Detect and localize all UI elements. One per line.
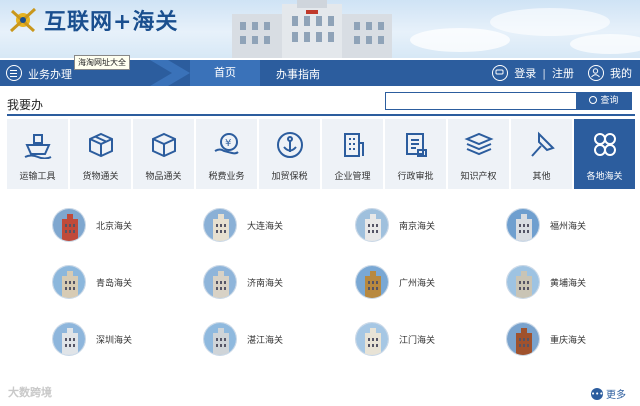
- search-input[interactable]: [385, 92, 577, 110]
- category-tax[interactable]: ¥ 税费业务: [196, 119, 257, 189]
- city-customs-name: 黄埔海关: [550, 279, 587, 289]
- mine-link[interactable]: 我的: [610, 65, 632, 81]
- customs-building-thumbnail: [203, 265, 237, 299]
- customs-building-thumbnail: [355, 322, 389, 356]
- city-customs-item[interactable]: 北京海关: [52, 208, 182, 244]
- header-banner: 互联网+海关: [0, 0, 640, 58]
- user-nav: 登录 | 注册 我的: [492, 64, 632, 82]
- svg-text:¥: ¥: [225, 138, 231, 149]
- category-label: 物品通关: [145, 172, 182, 182]
- customs-building-thumbnail: [355, 208, 389, 242]
- category-row: 运输工具 货物通关 物品通关 ¥ 税费业务 加贸保税 企业管理 行政审批 知识产…: [7, 119, 635, 189]
- customs-building-thumbnail: [203, 208, 237, 242]
- nav-business[interactable]: 业务办理: [28, 66, 72, 82]
- tax-icon: ¥: [213, 133, 239, 155]
- category-enterprise[interactable]: 企业管理: [322, 119, 383, 189]
- city-customs-name: 广州海关: [399, 279, 436, 289]
- city-customs-item[interactable]: 深圳海关: [52, 322, 182, 358]
- category-approval[interactable]: 行政审批: [385, 119, 446, 189]
- document-icon: [405, 133, 427, 157]
- login-link[interactable]: 登录: [514, 65, 536, 81]
- city-customs-item[interactable]: 广州海关: [355, 265, 485, 301]
- city-customs-name: 重庆海关: [550, 336, 587, 346]
- category-label: 其他: [532, 172, 551, 182]
- site-title: 互联网+海关: [44, 9, 179, 35]
- nav-separator: |: [542, 66, 546, 80]
- city-customs-item[interactable]: 重庆海关: [506, 322, 636, 358]
- city-customs-item[interactable]: 济南海关: [203, 265, 333, 301]
- category-transport[interactable]: 运输工具: [7, 119, 68, 189]
- search-icon: [589, 96, 598, 104]
- tab-guide[interactable]: 办事指南: [276, 66, 320, 82]
- customs-building-thumbnail: [506, 322, 540, 356]
- customs-building-image: [232, 0, 392, 58]
- section-title: 我要办: [7, 98, 44, 112]
- chat-icon[interactable]: [492, 65, 509, 81]
- customs-building-thumbnail: [355, 265, 389, 299]
- category-label: 行政审批: [397, 172, 434, 182]
- city-customs-name: 南京海关: [399, 222, 436, 232]
- category-label: 知识产权: [460, 172, 497, 182]
- category-label: 税费业务: [208, 172, 245, 182]
- category-ip[interactable]: 知识产权: [448, 119, 509, 189]
- category-items-clearance[interactable]: 物品通关: [133, 119, 194, 189]
- search-button-label: 查询: [600, 96, 619, 106]
- city-customs-item[interactable]: 湛江海关: [203, 322, 333, 358]
- city-customs-name: 湛江海关: [247, 336, 284, 346]
- building-icon: [343, 133, 364, 157]
- anchor-icon: [276, 132, 303, 158]
- category-label: 各地海关: [586, 172, 623, 182]
- watermark: 大数跨境: [8, 386, 52, 399]
- search-button[interactable]: 查询: [576, 92, 632, 110]
- category-label: 货物通关: [82, 172, 119, 182]
- customs-emblem-icon: [9, 7, 37, 33]
- category-label: 运输工具: [19, 172, 56, 182]
- city-customs-name: 青岛海关: [96, 279, 133, 289]
- package-icon: [88, 132, 113, 158]
- tooltip: 海淘网址大全: [74, 55, 130, 70]
- city-customs-name: 深圳海关: [96, 336, 133, 346]
- customs-building-thumbnail: [506, 265, 540, 299]
- category-label: 加贸保税: [271, 172, 308, 182]
- category-goods-clearance[interactable]: 货物通关: [70, 119, 131, 189]
- customs-building-thumbnail: [52, 208, 86, 242]
- more-icon: •••: [591, 387, 604, 400]
- customs-building-thumbnail: [203, 322, 237, 356]
- clover-icon: [593, 133, 616, 156]
- books-icon: [463, 132, 494, 156]
- city-customs-name: 大连海关: [247, 222, 284, 232]
- customs-building-thumbnail: [52, 265, 86, 299]
- category-label: 企业管理: [334, 172, 371, 182]
- city-customs-item[interactable]: 福州海关: [506, 208, 636, 244]
- city-customs-item[interactable]: 大连海关: [203, 208, 333, 244]
- pin-icon: [530, 131, 555, 157]
- city-customs-item[interactable]: 南京海关: [355, 208, 485, 244]
- category-local-customs[interactable]: 各地海关: [574, 119, 635, 189]
- tab-home[interactable]: 首页: [190, 60, 260, 86]
- box-icon: [151, 132, 176, 158]
- category-bonded[interactable]: 加贸保税: [259, 119, 320, 189]
- city-customs-item[interactable]: 黄埔海关: [506, 265, 636, 301]
- city-customs-name: 北京海关: [96, 222, 133, 232]
- more-label: 更多: [606, 390, 626, 401]
- customs-building-thumbnail: [506, 208, 540, 242]
- ship-icon: [24, 134, 51, 159]
- user-icon[interactable]: [588, 65, 604, 81]
- section-divider: [7, 114, 635, 116]
- nav-chevron-decoration: [150, 60, 190, 86]
- category-other[interactable]: 其他: [511, 119, 572, 189]
- sky-clouds-decoration: [410, 8, 640, 54]
- city-customs-name: 江门海关: [399, 336, 436, 346]
- customs-building-thumbnail: [52, 322, 86, 356]
- more-link[interactable]: ••• 更多: [591, 386, 626, 401]
- city-customs-name: 福州海关: [550, 222, 587, 232]
- city-customs-item[interactable]: 青岛海关: [52, 265, 182, 301]
- city-customs-item[interactable]: 江门海关: [355, 322, 485, 358]
- register-link[interactable]: 注册: [552, 65, 574, 81]
- city-customs-name: 济南海关: [247, 279, 284, 289]
- menu-icon[interactable]: [6, 65, 22, 81]
